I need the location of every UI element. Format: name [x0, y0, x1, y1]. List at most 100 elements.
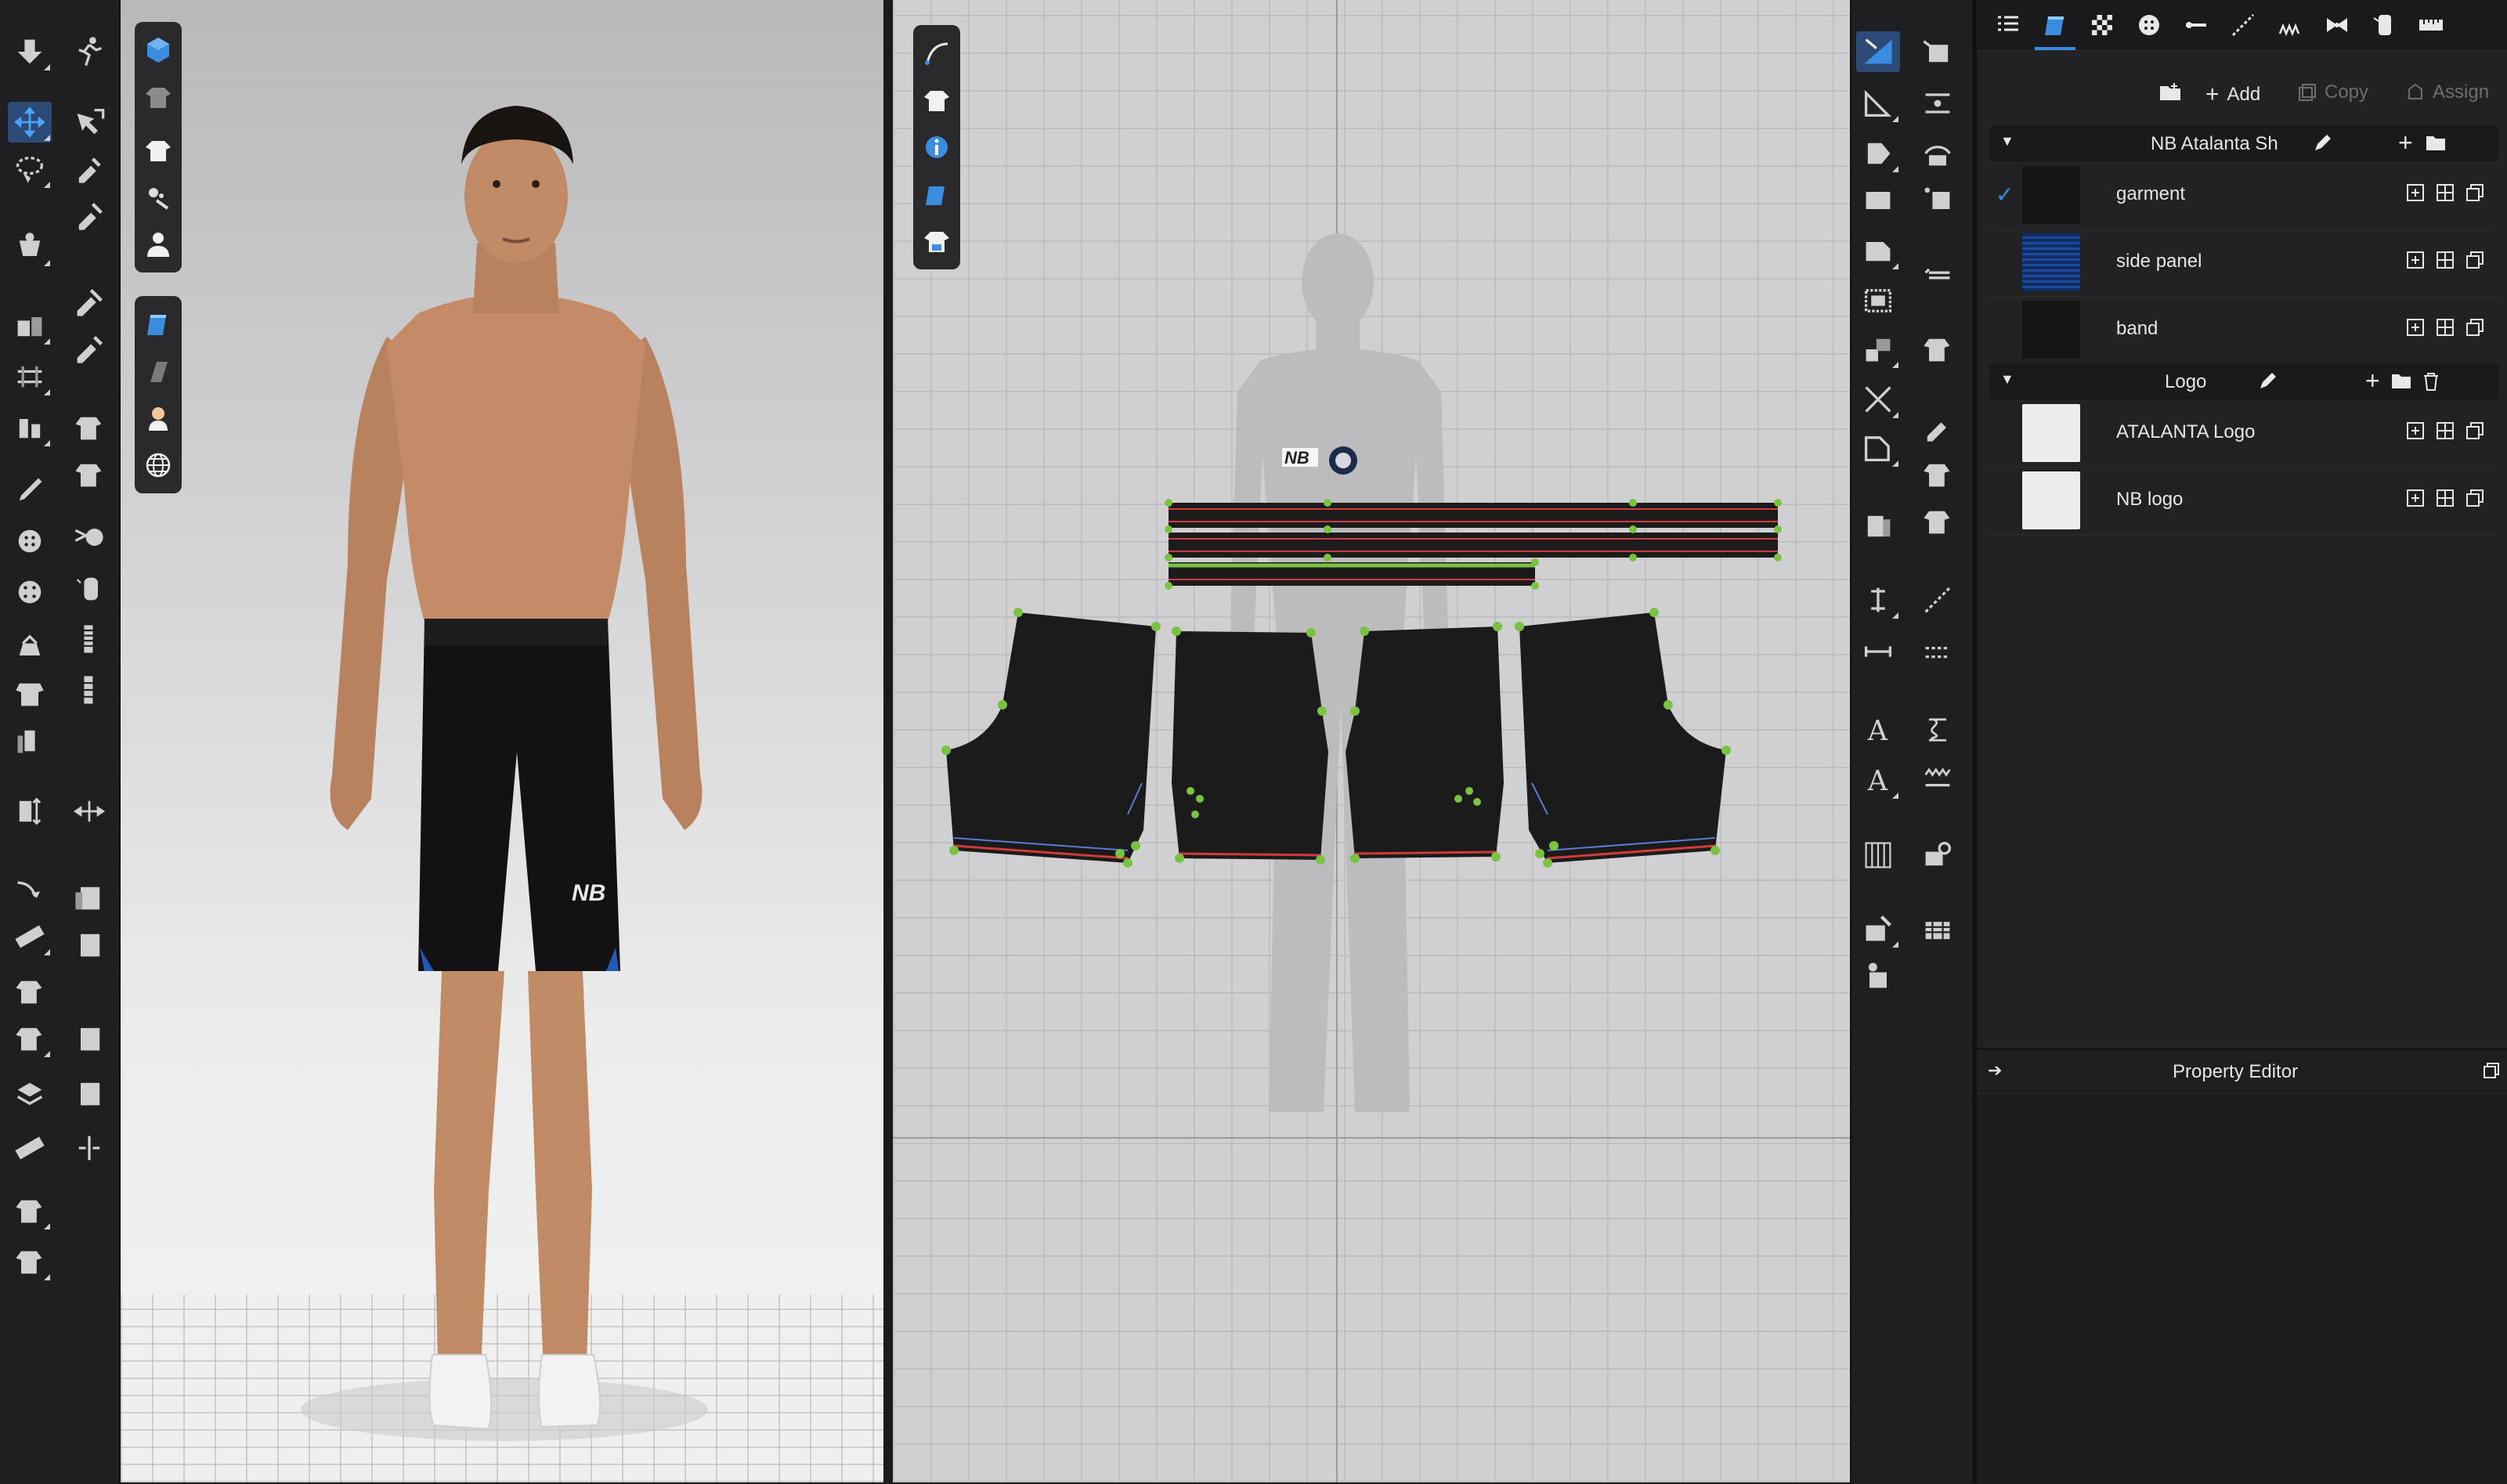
- rectangle-icon[interactable]: [1916, 133, 1960, 174]
- viewport-3d[interactable]: NB: [121, 0, 883, 1482]
- add-square-icon[interactable]: [2406, 421, 2425, 440]
- horizontal-measure-icon[interactable]: [1856, 631, 1900, 672]
- ruler-icon[interactable]: [8, 916, 52, 957]
- list-item-side-panel[interactable]: side panel: [1989, 229, 2498, 297]
- size-icon[interactable]: [8, 720, 52, 761]
- pattern-tool-icon[interactable]: [8, 971, 52, 1012]
- polygon-icon[interactable]: [1856, 133, 1900, 174]
- drop-down-arrow-icon[interactable]: [8, 31, 52, 72]
- checker-2d-icon[interactable]: [1916, 501, 1960, 542]
- elastic-icon[interactable]: [67, 670, 111, 710]
- elastic-curve-icon[interactable]: [8, 869, 52, 910]
- fold-arrangement-icon[interactable]: [67, 196, 111, 237]
- add-square-icon[interactable]: [2406, 251, 2425, 269]
- elastic-2d-icon[interactable]: [1916, 710, 1960, 750]
- garment-fit-icon[interactable]: [8, 626, 52, 667]
- zipper-tab-icon[interactable]: [2364, 5, 2404, 45]
- checker-small-icon[interactable]: [2436, 318, 2455, 337]
- duplicate-icon[interactable]: [2465, 421, 2484, 440]
- pin-2d-icon[interactable]: [1856, 908, 1900, 949]
- globe-icon[interactable]: [135, 442, 182, 489]
- shirt-icon[interactable]: [135, 127, 182, 174]
- sewing-icon[interactable]: [67, 282, 111, 323]
- run-avatar-icon[interactable]: [67, 31, 111, 72]
- dotted-line-icon[interactable]: [1916, 631, 1960, 672]
- list-item-band[interactable]: band: [1989, 296, 2498, 364]
- sewing-3d-icon[interactable]: [67, 454, 111, 495]
- fabric-stack-icon[interactable]: [67, 877, 111, 918]
- text-a-icon[interactable]: A: [1856, 710, 1900, 750]
- topstitch-tab-icon[interactable]: [2223, 5, 2263, 45]
- measure-2d-icon[interactable]: [1916, 329, 1960, 370]
- edit-pencil-icon[interactable]: [2257, 371, 2278, 392]
- duplicate-icon[interactable]: [2465, 251, 2484, 269]
- checker-small-icon[interactable]: [2436, 489, 2455, 507]
- topstitch-icon[interactable]: [8, 407, 52, 448]
- collapse-arrow-icon[interactable]: ▼: [2000, 371, 2014, 388]
- avatar-model[interactable]: NB: [301, 78, 739, 1457]
- fabric-icon[interactable]: [67, 619, 111, 659]
- collapse-arrow-icon[interactable]: ▼: [2000, 133, 2014, 150]
- lasso-select-icon[interactable]: [8, 149, 52, 190]
- puckering-icon[interactable]: [2270, 5, 2310, 45]
- garment-list-icon[interactable]: [8, 1018, 52, 1059]
- duplicate-icon[interactable]: [2465, 183, 2484, 202]
- flatten-icon[interactable]: [1856, 280, 1900, 321]
- ruler-2-icon[interactable]: [8, 1128, 52, 1168]
- shirt-tool-2-icon[interactable]: [8, 1241, 52, 1282]
- segment-icon[interactable]: [1916, 31, 1960, 72]
- panel-2-icon[interactable]: [67, 1018, 111, 1059]
- group-logo[interactable]: ▼ Logo +: [1989, 363, 2498, 399]
- steam-icon[interactable]: [8, 356, 52, 397]
- viewport-divider[interactable]: [883, 0, 893, 1482]
- shirt-outline-icon[interactable]: [135, 74, 182, 121]
- annotation-icon[interactable]: [1916, 407, 1960, 448]
- checker-small-icon[interactable]: [2436, 251, 2455, 269]
- trash-icon[interactable]: [2422, 371, 2440, 392]
- grid-icon[interactable]: [1856, 835, 1900, 876]
- cube-icon[interactable]: [135, 27, 182, 74]
- button-tool-icon[interactable]: [8, 521, 52, 561]
- transform-2d-icon[interactable]: [1856, 83, 1900, 124]
- pen-icon[interactable]: [8, 470, 52, 511]
- button-2d-icon[interactable]: [1916, 908, 1960, 949]
- measure-icon[interactable]: [67, 329, 111, 370]
- folder-icon[interactable]: [2390, 371, 2412, 390]
- checker-icon[interactable]: [2082, 5, 2122, 45]
- assign-button[interactable]: Assign: [2406, 81, 2489, 103]
- tab-fabric-icon[interactable]: [2035, 5, 2075, 50]
- line-measure-icon[interactable]: [1916, 580, 1960, 620]
- panel-icon[interactable]: [67, 924, 111, 965]
- sewing-lines-icon[interactable]: [135, 174, 182, 221]
- expand-arrow-icon[interactable]: ➔: [1988, 1060, 2002, 1081]
- edit-pencil-icon[interactable]: [2312, 133, 2332, 153]
- zipper-icon[interactable]: [8, 572, 52, 612]
- trace-icon[interactable]: [1856, 230, 1900, 271]
- pin-tool-icon[interactable]: [8, 227, 52, 268]
- duplicate-icon[interactable]: [2465, 489, 2484, 507]
- fabric-blue-icon[interactable]: [135, 301, 182, 348]
- checker-small-icon[interactable]: [2436, 421, 2455, 440]
- list-item-nb-logo[interactable]: NB logo: [1989, 467, 2498, 535]
- add-square-icon[interactable]: [2406, 489, 2425, 507]
- checker-small-icon[interactable]: [2436, 183, 2455, 202]
- internal-polygon-icon[interactable]: [1856, 180, 1900, 221]
- add-folder-button[interactable]: [2158, 81, 2182, 102]
- add-square-icon[interactable]: [2406, 318, 2425, 337]
- fabric-brush-icon[interactable]: [1916, 835, 1960, 876]
- vertical-measure-icon[interactable]: [1856, 580, 1900, 620]
- list-icon[interactable]: [1988, 5, 2028, 45]
- texture-icon[interactable]: [135, 348, 182, 395]
- pattern-layout[interactable]: NB: [893, 0, 1850, 1482]
- curve-point-icon[interactable]: [1916, 83, 1960, 124]
- seam-allowance-icon[interactable]: [1916, 251, 1960, 291]
- skin-icon[interactable]: [135, 395, 182, 442]
- buttonhole-icon[interactable]: [67, 517, 111, 558]
- fold-icon[interactable]: [67, 1128, 111, 1168]
- notch-icon[interactable]: [1856, 329, 1900, 370]
- buttonhole-tab-icon[interactable]: [2176, 5, 2216, 45]
- group-nb-atalanta[interactable]: ▼ NB Atalanta Sh +: [1989, 125, 2498, 161]
- viewport-2d[interactable]: NB: [893, 0, 1850, 1482]
- shirt-tool-icon[interactable]: [8, 1190, 52, 1231]
- edit-pattern-2d-icon[interactable]: [1856, 31, 1900, 72]
